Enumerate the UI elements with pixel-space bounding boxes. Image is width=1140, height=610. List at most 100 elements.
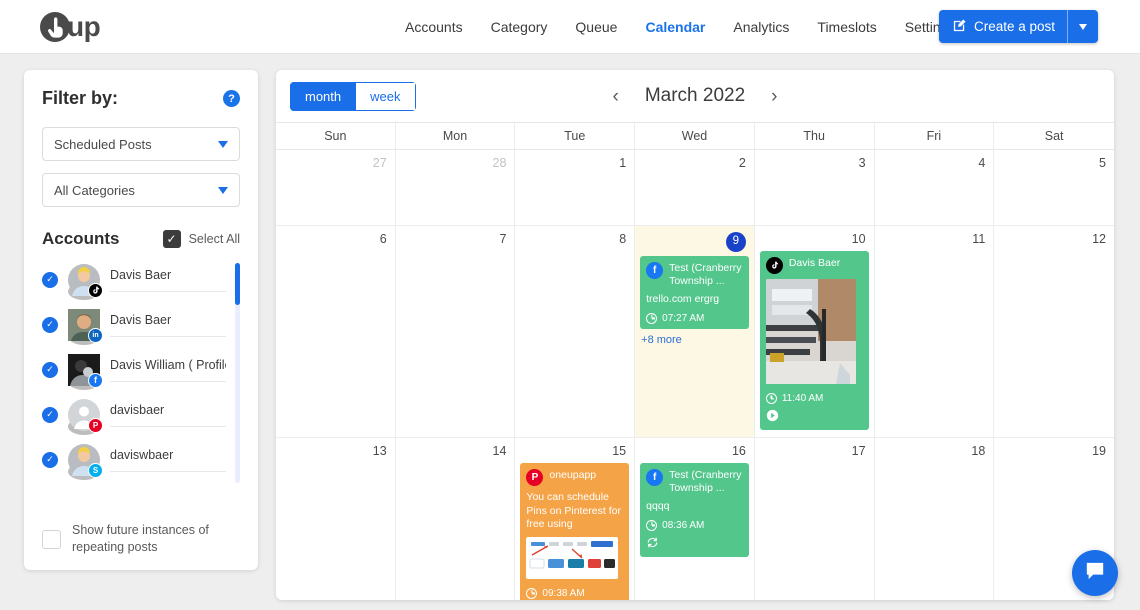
pinterest-badge-icon: P [88, 418, 103, 433]
event-title: oneupapp [549, 469, 596, 482]
account-checkbox[interactable]: ✓ [42, 362, 58, 378]
day-cell[interactable]: 7 [396, 226, 516, 437]
post-status-filter-value: Scheduled Posts [54, 137, 152, 152]
repeat-icon [646, 536, 743, 552]
clock-icon [646, 313, 657, 324]
facebook-icon: f [646, 469, 663, 486]
day-cell[interactable]: 10 Davis Baer [755, 226, 875, 437]
nav-item-timeslots[interactable]: Timeslots [817, 19, 876, 35]
day-cell[interactable]: 12 [994, 226, 1114, 437]
dow-wed: Wed [635, 123, 755, 150]
event-card-mar15[interactable]: P oneupapp You can schedule Pins on Pint… [520, 463, 629, 600]
account-row-pinterest[interactable]: ✓ P davisbaer [42, 392, 226, 437]
day-number: 6 [281, 230, 390, 247]
select-all-checkbox[interactable]: ✓ [163, 230, 181, 248]
nav-item-analytics[interactable]: Analytics [733, 19, 789, 35]
account-row-skype[interactable]: ✓ S daviswbaer [42, 437, 226, 482]
nav-item-queue[interactable]: Queue [575, 19, 617, 35]
create-post-main[interactable]: Create a post [939, 10, 1067, 43]
account-checkbox[interactable]: ✓ [42, 317, 58, 333]
select-all-label: Select All [189, 232, 240, 246]
filter-header: Filter by: ? [42, 88, 240, 109]
day-cell[interactable]: 1 [515, 150, 635, 225]
accounts-scrollbar[interactable] [235, 263, 240, 483]
nav-item-category[interactable]: Category [491, 19, 548, 35]
event-title: Test (Cranberry Township ... [669, 469, 743, 495]
day-cell[interactable]: 2 [635, 150, 755, 225]
account-row-tiktok[interactable]: ✓ Davis Baer [42, 257, 226, 302]
account-checkbox[interactable]: ✓ [42, 452, 58, 468]
account-name: daviswbaer [110, 448, 226, 472]
facebook-icon: f [646, 262, 663, 279]
create-post-dropdown-toggle[interactable] [1067, 10, 1098, 43]
view-toggle-week[interactable]: week [355, 82, 415, 111]
nav-item-accounts[interactable]: Accounts [405, 19, 463, 35]
prev-month-button[interactable]: ‹ [613, 87, 619, 106]
day-cell[interactable]: 8 [515, 226, 635, 437]
clock-icon [646, 520, 657, 531]
day-cell[interactable]: 6 [276, 226, 396, 437]
day-cell[interactable]: 13 [276, 438, 396, 600]
event-card-mar10[interactable]: Davis Baer [760, 251, 869, 430]
event-card-mar16[interactable]: f Test (Cranberry Township ... qqqq 08:3… [640, 463, 749, 557]
account-checkbox[interactable]: ✓ [42, 272, 58, 288]
calendar-panel: month week ‹ March 2022 › Sun Mon Tue We… [276, 70, 1114, 600]
day-number: 1 [520, 154, 629, 171]
day-cell[interactable]: 4 [875, 150, 995, 225]
create-post-button[interactable]: Create a post [939, 10, 1098, 43]
calendar-week-row: 6 7 8 9 f Test (Cranberry Township ... t… [276, 226, 1114, 438]
dow-sun: Sun [276, 123, 396, 150]
avatar: P [68, 399, 100, 431]
event-header: f Test (Cranberry Township ... [646, 262, 743, 288]
skype-badge-icon: S [88, 463, 103, 478]
compose-icon [952, 18, 967, 36]
select-all-toggle[interactable]: ✓ Select All [163, 230, 240, 248]
day-cell-today[interactable]: 9 f Test (Cranberry Township ... trello.… [635, 226, 755, 437]
nav-item-calendar[interactable]: Calendar [645, 19, 705, 35]
event-media-thumbnail[interactable] [766, 279, 863, 387]
accounts-header: Accounts ✓ Select All [42, 229, 240, 249]
category-filter-value: All Categories [54, 183, 135, 198]
day-cell[interactable]: 28 [396, 150, 516, 225]
account-row-linkedin[interactable]: ✓ in Davis Baer [42, 302, 226, 347]
day-number: 16 [640, 442, 749, 459]
event-body: trello.com ergrg [646, 293, 743, 307]
day-cell[interactable]: 5 [994, 150, 1114, 225]
day-number: 17 [760, 442, 869, 459]
logo-text: up [67, 11, 100, 43]
app-logo[interactable]: up [40, 11, 100, 43]
category-filter[interactable]: All Categories [42, 173, 240, 207]
day-cell[interactable]: 3 [755, 150, 875, 225]
dow-fri: Fri [875, 123, 995, 150]
day-cell[interactable]: 27 [276, 150, 396, 225]
show-future-instances-checkbox[interactable] [42, 530, 61, 549]
main-nav: Accounts Category Queue Calendar Analyti… [405, 0, 972, 54]
event-title: Davis Baer [789, 257, 840, 270]
next-month-button[interactable]: › [771, 87, 777, 106]
post-status-filter[interactable]: Scheduled Posts [42, 127, 240, 161]
day-cell[interactable]: 18 [875, 438, 995, 600]
event-media-thumbnail[interactable] [526, 537, 623, 582]
day-cell[interactable]: 14 [396, 438, 516, 600]
event-time: 08:36 AM [646, 520, 743, 531]
help-icon[interactable]: ? [223, 90, 240, 107]
day-cell[interactable]: 15 P oneupapp You can schedule Pins on P… [515, 438, 635, 600]
account-row-facebook[interactable]: ✓ f Davis William ( Profile) [42, 347, 226, 392]
account-name: Davis Baer [110, 313, 226, 337]
show-future-instances-toggle[interactable]: Show future instances of repeating posts [42, 512, 240, 556]
accounts-scrollbar-thumb[interactable] [235, 263, 240, 305]
day-cell[interactable]: 17 [755, 438, 875, 600]
view-toggle: month week [290, 82, 416, 111]
caret-down-icon [218, 187, 228, 194]
event-card-mar9[interactable]: f Test (Cranberry Township ... trello.co… [640, 256, 749, 329]
account-name: davisbaer [110, 403, 226, 427]
view-toggle-month[interactable]: month [290, 82, 355, 111]
account-checkbox[interactable]: ✓ [42, 407, 58, 423]
chat-support-button[interactable] [1072, 550, 1118, 596]
clock-icon [526, 588, 537, 599]
day-number: 2 [640, 154, 749, 171]
day-cell[interactable]: 16 f Test (Cranberry Township ... qqqq 0… [635, 438, 755, 600]
day-cell[interactable]: 11 [875, 226, 995, 437]
more-events-link[interactable]: +8 more [640, 334, 749, 346]
calendar-title: March 2022 [645, 85, 745, 107]
